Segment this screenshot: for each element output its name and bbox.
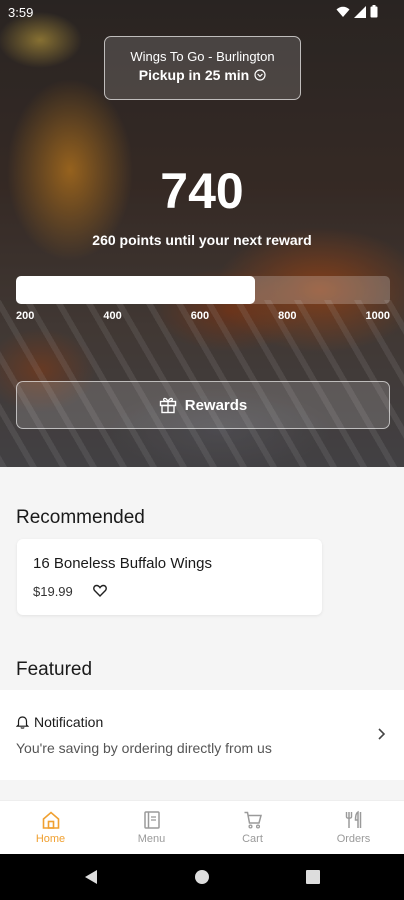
- rewards-progress-bar: [16, 276, 390, 304]
- chevron-down-circle-icon: [254, 69, 266, 81]
- featured-heading: Featured: [16, 659, 93, 680]
- progress-tick: 200: [16, 310, 35, 322]
- home-circle-icon[interactable]: [194, 869, 210, 885]
- progress-tick: 600: [190, 310, 210, 322]
- pickup-time: Pickup in 25 min: [105, 67, 300, 83]
- heart-icon[interactable]: [93, 584, 107, 597]
- product-name: 16 Boneless Buffalo Wings: [33, 555, 212, 572]
- notification-title-text: Notification: [34, 714, 104, 730]
- pickup-label: Pickup in 25 min: [138, 67, 250, 83]
- status-bar: 3:59: [0, 0, 404, 26]
- progress-tick: 400: [103, 310, 122, 322]
- recommended-heading: Recommended: [16, 507, 145, 528]
- product-price: $19.99: [33, 584, 73, 599]
- recents-icon[interactable]: [306, 870, 320, 884]
- nav-label-cart: Cart: [242, 833, 263, 845]
- back-icon[interactable]: [84, 869, 98, 885]
- nav-label-menu: Menu: [137, 833, 166, 845]
- cart-icon: [244, 811, 262, 829]
- nav-label-orders: Orders: [336, 833, 371, 845]
- wifi-icon: [336, 6, 350, 17]
- signal-icon: [354, 5, 366, 18]
- notification-title: Notification: [16, 714, 103, 730]
- bell-icon: [16, 716, 29, 729]
- status-icons: [336, 5, 378, 18]
- menu-icon: [143, 811, 160, 829]
- store-name: Wings To Go - Burlington: [130, 49, 275, 64]
- status-time: 3:59: [8, 5, 34, 20]
- orders-icon: [345, 810, 361, 828]
- notification-card[interactable]: Notification You're saving by ordering d…: [0, 690, 404, 780]
- product-card[interactable]: 16 Boneless Buffalo Wings $19.99: [17, 539, 322, 615]
- nav-item-home[interactable]: Home: [0, 801, 101, 854]
- nav-item-menu[interactable]: Menu: [101, 801, 202, 854]
- battery-icon: [370, 5, 378, 18]
- progress-ticks: 200 400 600 800 1000: [16, 310, 390, 324]
- gift-icon: [159, 397, 176, 414]
- store-selector[interactable]: Wings To Go - Burlington Pickup in 25 mi…: [104, 36, 301, 100]
- app-screen: 3:59 Wings To Go - Burlington Pickup in …: [0, 0, 404, 900]
- bottom-nav: Home Menu Cart Orders: [0, 800, 404, 854]
- progress-tick: 1000: [365, 310, 390, 322]
- rewards-progress-fill: [16, 276, 256, 304]
- nav-item-orders[interactable]: Orders: [303, 801, 404, 854]
- rewards-button[interactable]: Rewards: [16, 381, 390, 429]
- system-navigation-bar: [0, 854, 404, 900]
- nav-item-cart[interactable]: Cart: [202, 801, 303, 854]
- nav-label-home: Home: [35, 833, 66, 845]
- points-caption: 260 points until your next reward: [92, 232, 312, 248]
- progress-tick: 800: [278, 310, 297, 322]
- home-icon: [42, 811, 59, 829]
- chevron-right-icon: [378, 728, 386, 740]
- rewards-button-label: Rewards: [184, 396, 248, 414]
- notification-body: You're saving by ordering directly from …: [16, 740, 272, 756]
- points-value: 740: [160, 163, 244, 219]
